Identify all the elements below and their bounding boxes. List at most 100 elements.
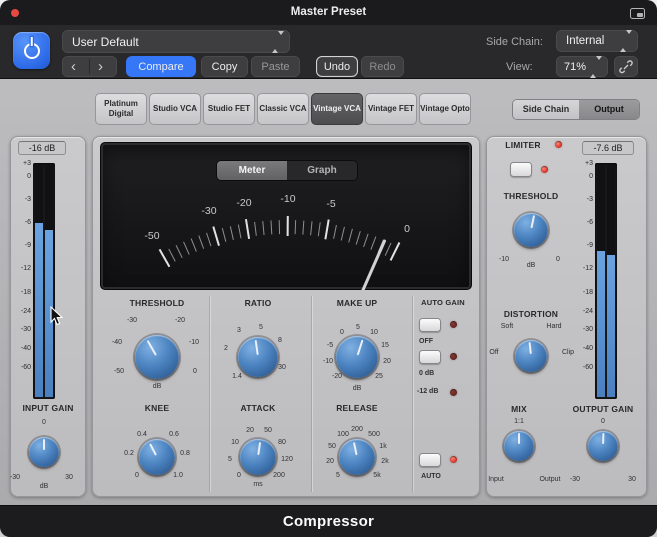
compare-button[interactable]: Compare [126,56,196,77]
makeup-knob[interactable] [336,336,378,378]
input-gain-label: INPUT GAIN [22,403,74,413]
makeup-scale-label: -5 [326,342,334,349]
preset-name: User Default [72,34,139,49]
chevron-up-down-icon [590,55,602,78]
auto-gain-label: AUTO GAIN [421,298,465,307]
chevron-up-down-icon [272,30,284,53]
graph-segment[interactable]: Graph [287,161,357,180]
auto-gain-12db-led [450,389,457,396]
output-level-meter [595,163,617,399]
input-gain-scale-label: 30 [65,474,73,481]
threshold-knob[interactable] [135,335,179,379]
preset-nav: ‹ › [62,56,117,77]
limiter-scale-label: 0 [556,256,560,263]
meter-scale-label: -12 [582,265,593,272]
release-scale-label: 500 [368,431,380,438]
threshold-scale-label: -40 [111,339,123,346]
meter-scale-label: -3 [586,196,593,203]
output-segment[interactable]: Output [579,100,639,119]
tab-vintage-vca[interactable]: Vintage VCA [311,93,363,125]
knee-knob[interactable] [139,439,175,475]
meter-scale-label: -3 [24,196,31,203]
view-label: View: [506,61,533,73]
auto-gain-0db-button[interactable] [419,350,441,364]
release-knob[interactable] [339,439,375,475]
side-chain-dropdown[interactable]: Internal [556,30,638,52]
makeup-scale-label: 20 [383,358,391,365]
makeup-scale-label: 25 [375,373,383,380]
tab-platinum-digital[interactable]: Platinum Digital [95,93,147,125]
meter-segment[interactable]: Meter [217,161,287,180]
makeup-unit-label: dB [352,385,362,392]
previous-preset-button[interactable]: ‹ [71,57,76,76]
input-gain-knob[interactable] [29,437,59,467]
view-zoom-dropdown[interactable]: 71% [556,55,608,78]
makeup-scale-label: 15 [381,342,389,349]
output-gain-readout[interactable]: -7.6 dB [582,141,634,155]
knee-scale-label: 0 [135,472,139,479]
link-button[interactable] [614,56,638,77]
side-chain-segment[interactable]: Side Chain [513,100,579,119]
release-scale-label: 20 [326,458,334,465]
meter-scale-label: -40 [20,345,31,352]
tab-studio-fet[interactable]: Studio FET [203,93,255,125]
release-scale-label: 200 [351,426,363,433]
tab-studio-vca[interactable]: Studio VCA [149,93,201,125]
auto-gain-off-button[interactable] [419,318,441,332]
copy-button[interactable]: Copy [201,56,248,77]
ratio-scale-label: 5 [259,324,263,331]
divider [89,59,90,74]
next-preset-button[interactable]: › [98,57,103,76]
ratio-scale-label: 2 [224,345,228,352]
limiter-enable-button[interactable] [510,162,532,177]
output-gain-scale-label: 30 [628,476,636,483]
view-zoom-value: 71% [564,60,587,73]
input-level-meter [33,163,55,399]
output-gain-scale-label: 0 [601,418,605,425]
attack-scale-label: 5 [228,456,232,463]
release-scale-label: 5k [373,472,381,479]
makeup-scale-label: 0 [340,329,344,336]
limiter-scale-label: -10 [498,256,510,263]
tab-classic-vca[interactable]: Classic VCA [257,93,309,125]
meter-scale-label: 0 [589,173,593,180]
plugin-window: Master Preset User Default Side Chain: I… [0,0,657,537]
mouse-cursor [50,306,64,326]
makeup-scale-label: -10 [322,358,334,365]
preset-dropdown[interactable]: User Default [62,30,290,53]
mix-knob[interactable] [504,431,534,461]
input-gain-readout[interactable]: -16 dB [18,141,66,155]
window-mode-icon[interactable] [630,8,645,19]
release-auto-button[interactable] [419,453,441,467]
auto-gain-off-led [450,321,457,328]
vu-scale-label: -5 [326,198,335,210]
tab-vintage-opto[interactable]: Vintage Opto [419,93,471,125]
tab-vintage-fet[interactable]: Vintage FET [365,93,417,125]
makeup-scale-label: 5 [356,324,360,331]
paste-button[interactable]: Paste [251,56,300,77]
makeup-label: MAKE UP [336,298,378,308]
threshold-label: THRESHOLD [129,298,185,308]
ratio-knob[interactable] [238,337,278,377]
redo-button[interactable]: Redo [361,56,404,77]
limiter-threshold-knob[interactable] [514,213,548,247]
release-auto-led [450,456,457,463]
release-label: RELEASE [336,403,378,413]
limiter-led [555,141,562,148]
output-gain-scale-label: -30 [569,476,581,483]
distortion-knob[interactable] [515,340,547,372]
bypass-power-button[interactable] [13,32,50,69]
undo-button[interactable]: Undo [316,56,358,77]
meter-scale-label: -24 [582,308,593,315]
attack-scale-label: 0 [237,472,241,479]
attack-knob[interactable] [240,439,276,475]
vu-scale-label: -20 [236,197,251,209]
meter-graph-toggle: Meter Graph [216,160,358,181]
release-auto-label: AUTO [421,473,441,480]
makeup-scale-label: -20 [331,373,343,380]
model-tabs: Platinum Digital Studio VCA Studio FET C… [95,93,471,125]
release-scale-label: 100 [337,431,349,438]
knee-scale-label: 0.2 [124,450,134,457]
input-meter-bar-left [35,223,43,397]
output-gain-knob[interactable] [588,431,618,461]
